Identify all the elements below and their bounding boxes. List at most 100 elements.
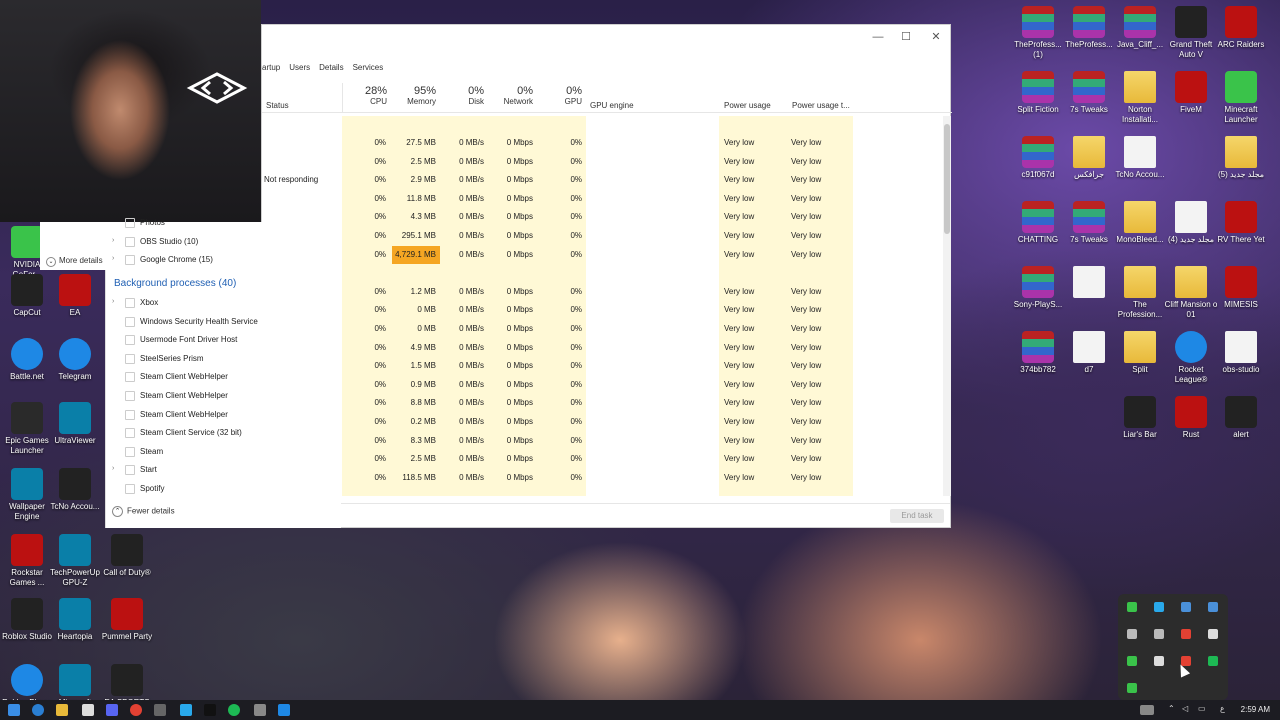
app-tray-icon[interactable] [1208, 602, 1218, 612]
desktop-shortcut[interactable]: ARC Raiders [1214, 6, 1268, 50]
nvidia-tray-icon[interactable] [1127, 683, 1137, 693]
nvidia-tray-icon[interactable] [1127, 602, 1137, 612]
table-row[interactable]: 0% 0.2 MB 0 MB/s 0 Mbps 0% Very low Very low [262, 413, 944, 431]
table-row[interactable]: 0% 1.5 MB 0 MB/s 0 Mbps 0% Very low Very low [262, 357, 944, 375]
table-row[interactable]: 0% 11.8 MB 0 MB/s 0 Mbps 0% Very low Very low [262, 190, 944, 208]
table-row[interactable]: 0% 2.5 MB 0 MB/s 0 Mbps 0% Very low Very low [262, 450, 944, 468]
table-row[interactable] [262, 264, 944, 282]
table-row[interactable]: 0% 0 MB 0 MB/s 0 Mbps 0% Very low Very low [262, 301, 944, 319]
table-row[interactable]: 0% 4.3 MB 0 MB/s 0 Mbps 0% Very low Very low [262, 208, 944, 226]
keyboard-language[interactable]: ع [1220, 704, 1225, 713]
task-manager-icon[interactable] [278, 704, 290, 716]
play-tray-icon[interactable] [1127, 656, 1137, 666]
steam-tray-icon[interactable] [1127, 629, 1137, 639]
spotify-tray-icon[interactable] [1208, 656, 1218, 666]
desktop-shortcut[interactable]: 7s Tweaks [1062, 71, 1116, 115]
tab-startup[interactable]: artup [262, 63, 280, 75]
steelseries-tray-icon[interactable] [1181, 629, 1191, 639]
desktop-shortcut[interactable]: Wallpaper Engine [0, 468, 54, 522]
desktop-shortcut[interactable]: Epic Games Launcher [0, 402, 54, 456]
process-row[interactable]: Steam Client WebHelper [106, 387, 342, 405]
table-row[interactable]: Not responding 0% 2.9 MB 0 MB/s 0 Mbps 0% Very… [262, 171, 944, 189]
table-row[interactable]: 0% 0 MB 0 MB/s 0 Mbps 0% Very low Very low [262, 320, 944, 338]
table-row[interactable]: 0% 8.8 MB 0 MB/s 0 Mbps 0% Very low Very low [262, 394, 944, 412]
desktop-shortcut[interactable]: Java_Cliff_... [1113, 6, 1167, 50]
desktop-shortcut[interactable]: c91f067d [1011, 136, 1065, 180]
desktop-shortcut[interactable]: The Profession... [1113, 266, 1167, 320]
desktop-shortcut[interactable]: Battle.net [0, 338, 54, 382]
desktop-shortcut[interactable]: Rockstar Games ... [0, 534, 54, 588]
table-row[interactable]: 0% 1.2 MB 0 MB/s 0 Mbps 0% Very low Very low [262, 283, 944, 301]
file-explorer-icon[interactable] [56, 704, 68, 716]
process-row[interactable]: Usermode Font Driver Host [106, 331, 342, 349]
desktop-shortcut[interactable]: RV There Yet [1214, 201, 1268, 245]
desktop-shortcut[interactable]: UltraViewer [48, 402, 102, 446]
desktop-shortcut[interactable]: d7 [1062, 331, 1116, 375]
desktop-shortcut[interactable]: Norton Installati... [1113, 71, 1167, 125]
desktop-shortcut[interactable]: MonoBleed... [1113, 201, 1167, 245]
process-row[interactable]: SteelSeries Prism [106, 350, 342, 368]
col-status[interactable]: Status [266, 101, 289, 110]
speaker-icon[interactable]: ◁ [1182, 704, 1188, 713]
process-row[interactable]: Steam [106, 443, 342, 461]
tiktok-icon[interactable] [204, 704, 216, 716]
desktop-shortcut[interactable]: Rust [1164, 396, 1218, 440]
desktop-shortcut[interactable]: MIMESIS [1214, 266, 1268, 310]
telegram-tray-icon[interactable] [1154, 602, 1164, 612]
col-network[interactable]: 0% Network [488, 85, 533, 106]
obs-icon[interactable] [154, 704, 166, 716]
steam-icon[interactable] [254, 704, 266, 716]
desktop-shortcut[interactable]: Split [1113, 331, 1167, 375]
desktop-shortcut[interactable]: TcNo Accou... [1113, 136, 1167, 180]
minimize-button[interactable]: — [872, 31, 884, 43]
col-power-usage[interactable]: Power usage [724, 101, 771, 110]
send-tray-icon[interactable] [1154, 629, 1164, 639]
table-row[interactable]: 0% 27.5 MB 0 MB/s 0 Mbps 0% Very low Very low [262, 134, 944, 152]
chrome-icon[interactable] [130, 704, 142, 716]
notepad-icon[interactable] [82, 704, 94, 716]
expand-chevron-icon[interactable]: › [112, 298, 114, 305]
table-row[interactable]: 0% 2.5 MB 0 MB/s 0 Mbps 0% Very low Very low [262, 153, 944, 171]
col-cpu[interactable]: 28% CPU [342, 85, 387, 106]
discord-icon[interactable] [106, 704, 118, 716]
maximize-button[interactable]: ☐ [900, 31, 912, 43]
desktop-shortcut[interactable]: Split Fiction [1011, 71, 1065, 115]
process-row[interactable]: Steam Client WebHelper [106, 406, 342, 424]
process-row[interactable]: Spotify [106, 480, 342, 498]
process-row[interactable]: › OBS Studio (10) [106, 233, 342, 251]
desktop-shortcut[interactable]: Grand Theft Auto V [1164, 6, 1218, 60]
vertical-scrollbar[interactable] [943, 116, 951, 496]
col-memory[interactable]: 95% Memory [390, 85, 436, 106]
desktop-shortcut[interactable]: FiveM [1164, 71, 1218, 115]
table-row[interactable]: 0% 118.5 MB 0 MB/s 0 Mbps 0% Very low Very low [262, 469, 944, 487]
process-row[interactable]: Steam Client WebHelper [106, 368, 342, 386]
desktop-shortcut[interactable]: Sony-PlayS... [1011, 266, 1065, 310]
tab-details[interactable]: Details [319, 63, 343, 75]
scrollbar-thumb[interactable] [944, 124, 950, 234]
telegram-icon[interactable] [180, 704, 192, 716]
process-row[interactable]: Steam Client Service (32 bit) [106, 424, 342, 442]
table-row[interactable]: 0% 295.1 MB 0 MB/s 0 Mbps 0% Very low Very low [262, 227, 944, 245]
notification-icon[interactable] [1140, 705, 1154, 715]
process-row[interactable]: › Google Chrome (15) [106, 251, 342, 269]
desktop-shortcut[interactable]: Call of Duty® [100, 534, 154, 578]
process-row[interactable]: Photos [106, 214, 342, 232]
desktop-shortcut[interactable]: مجلد جديد (4) [1164, 201, 1218, 245]
desktop-shortcut[interactable]: EA [48, 274, 102, 318]
desktop-shortcut[interactable]: Liar's Bar [1113, 396, 1167, 440]
desktop-shortcut[interactable]: CapCut [0, 274, 54, 318]
desktop-shortcut[interactable]: جرافكس [1062, 136, 1116, 180]
col-gpu[interactable]: 0% GPU [538, 85, 582, 106]
desktop-shortcut[interactable]: TcNo Accou... [48, 468, 102, 512]
desktop-shortcut[interactable]: obs-studio [1214, 331, 1268, 375]
desktop-shortcut[interactable]: Rocket League® [1164, 331, 1218, 385]
background-processes-heading[interactable]: Background processes (40) [114, 278, 236, 289]
more-details-button[interactable]: ⌄ More details [46, 256, 103, 267]
col-power-trend[interactable]: Power usage t... [792, 101, 850, 110]
desktop-shortcut[interactable]: Minecraft Launcher [1214, 71, 1268, 125]
end-task-button[interactable]: End task [890, 509, 944, 523]
discord-tray-icon[interactable] [1154, 656, 1164, 666]
table-row[interactable]: 0% 4.9 MB 0 MB/s 0 Mbps 0% Very low Very low [262, 339, 944, 357]
fewer-details-button[interactable]: ⌃ Fewer details [112, 506, 175, 517]
chevron-up-tray-icon[interactable]: ⌃ [1168, 704, 1175, 713]
